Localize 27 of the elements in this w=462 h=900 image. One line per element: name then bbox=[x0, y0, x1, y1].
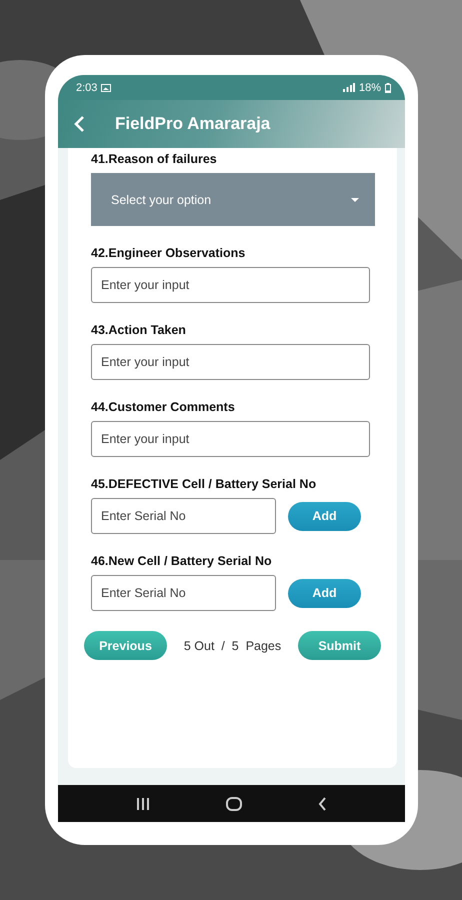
serial-field[interactable]: Enter Serial No bbox=[91, 498, 276, 534]
question-label: 44.Customer Comments bbox=[91, 400, 236, 414]
page-indicator: 5 Out / 5 Pages bbox=[184, 638, 282, 652]
question-label: 45.DEFECTIVE Cell / Battery Serial No bbox=[91, 477, 318, 491]
battery-icon bbox=[385, 82, 391, 92]
dropdown-field[interactable]: Select your option bbox=[91, 173, 375, 226]
input-field[interactable]: Enter your input bbox=[91, 421, 370, 457]
question-label: 42.Engineer Observations bbox=[91, 246, 246, 260]
add-button[interactable]: Add bbox=[288, 578, 361, 608]
question-label: 46.New Cell / Battery Serial No bbox=[91, 554, 273, 568]
add-button[interactable]: Add bbox=[288, 502, 361, 530]
image-icon bbox=[101, 84, 112, 92]
battery-percent: 18% bbox=[358, 82, 381, 94]
app-title: FieldPro Amararaja bbox=[115, 114, 270, 134]
serial-field[interactable]: Enter Serial No bbox=[91, 575, 276, 611]
question-label: 41.Reason of failures bbox=[91, 152, 218, 166]
recent-apps-icon[interactable] bbox=[136, 798, 150, 810]
submit-button[interactable]: Submit bbox=[298, 631, 381, 660]
previous-button[interactable]: Previous bbox=[84, 631, 167, 660]
status-time: 2:03 bbox=[76, 82, 98, 94]
input-field[interactable]: Enter your input bbox=[91, 267, 370, 303]
input-field[interactable]: Enter your input bbox=[91, 344, 370, 380]
back-icon[interactable] bbox=[318, 796, 327, 810]
caret-icon bbox=[351, 198, 359, 202]
signal-icon bbox=[342, 83, 355, 92]
question-label: 43.Action Taken bbox=[91, 323, 187, 337]
home-icon[interactable] bbox=[226, 796, 242, 810]
